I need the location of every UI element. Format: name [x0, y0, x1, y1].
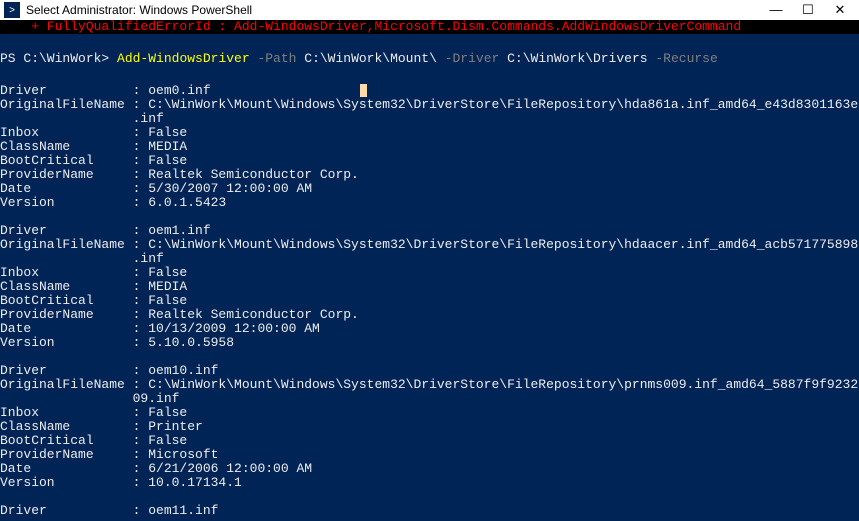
powershell-icon: >: [4, 2, 20, 18]
window-title: Select Administrator: Windows PowerShell: [26, 3, 769, 17]
blank-line: [0, 34, 859, 48]
maximize-button[interactable]: ☐: [801, 2, 815, 18]
window-titlebar: > Select Administrator: Windows PowerShe…: [0, 0, 859, 20]
text-cursor: [360, 84, 367, 97]
param-recurse: -Recurse: [648, 51, 718, 66]
error-line: + FullyQualifiedErrorId : Add-WindowsDri…: [0, 20, 859, 34]
ps-prompt: PS C:\WinWork>: [0, 51, 117, 66]
minimize-button[interactable]: —: [769, 2, 783, 18]
value-driver: C:\WinWork\Drivers: [499, 51, 647, 66]
driver-list-output: Driver : oem0.inf OriginalFileName : C:\…: [0, 84, 859, 518]
value-path: C:\WinWork\Mount\: [296, 51, 436, 66]
cmdlet-name: Add-WindowsDriver: [117, 51, 250, 66]
prompt-line: PS C:\WinWork> Add-WindowsDriver -Path C…: [0, 48, 859, 70]
blank-line: [0, 70, 859, 84]
error-message: Add-WindowsDriver,Microsoft.Dism.Command…: [234, 19, 741, 34]
error-prefix: + FullyQualifiedErrorId :: [0, 19, 234, 34]
terminal-output[interactable]: + FullyQualifiedErrorId : Add-WindowsDri…: [0, 20, 859, 518]
window-controls: — ☐ ✕: [769, 2, 855, 18]
close-button[interactable]: ✕: [833, 2, 847, 18]
param-driver: -Driver: [437, 51, 499, 66]
param-path: -Path: [250, 51, 297, 66]
